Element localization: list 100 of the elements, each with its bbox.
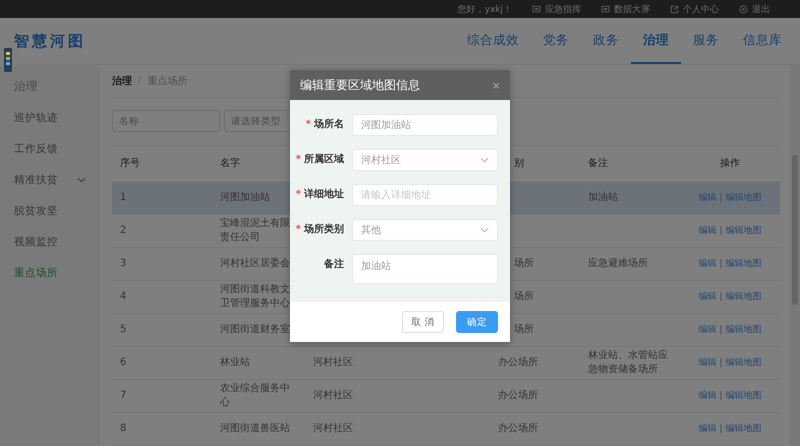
action-separator: |: [719, 290, 723, 304]
nav-tab[interactable]: 党务: [531, 18, 581, 64]
table-cell-text: 河图加油站: [220, 191, 271, 205]
table-cell-text: 加油站: [588, 191, 619, 205]
table-cell-text: 农业综合服务中心: [220, 382, 291, 410]
table-cell-text: 1: [119, 191, 128, 205]
select-field[interactable]: 河村社区: [352, 149, 498, 171]
side-handle-icon[interactable]: [4, 48, 12, 72]
filter-field[interactable]: 名称: [112, 110, 220, 132]
action-link[interactable]: 编辑: [698, 324, 716, 336]
monitor-icon: [601, 4, 610, 14]
action-link[interactable]: 编辑地图: [726, 224, 762, 238]
input-field[interactable]: 请输入详细地址: [352, 184, 498, 206]
table-cell: 办公场所: [498, 390, 538, 401]
action-link[interactable]: 编辑地图: [726, 422, 762, 436]
column-header: 序号: [119, 156, 141, 170]
table-row[interactable]: 7 农业综合服务中心 河村社区 办公场所 编辑 | 编辑地图: [112, 380, 780, 413]
top-link[interactable]: 个人中心: [670, 2, 719, 16]
nav-tab[interactable]: 治理: [631, 18, 681, 64]
table-cell-text: 4: [119, 290, 128, 304]
chevron-down-icon: [480, 157, 489, 163]
required-mark: *: [296, 189, 301, 200]
action-separator: |: [719, 224, 723, 238]
breadcrumb-separator: /: [138, 75, 142, 86]
sidebar-item[interactable]: 脱贫攻坚: [0, 195, 100, 226]
input-field[interactable]: 河图加油站: [352, 114, 498, 136]
table-cell-text: 河村社区居委会: [220, 257, 291, 271]
table-cell-text: 宝峰混泥土有限责任公司: [220, 217, 291, 245]
column-header: 别: [514, 158, 524, 168]
table-cell-text: 应急避难场所: [588, 257, 649, 271]
action-link[interactable]: 编辑地图: [726, 192, 762, 204]
table-cell: 河村社区: [313, 390, 353, 401]
table-cell: 场所: [514, 324, 534, 335]
dialog-title: 编辑重要区域地图信息: [300, 76, 420, 94]
table-cell-text: 3: [119, 257, 128, 271]
table-cell: 场所: [514, 258, 534, 269]
table-cell: 办公场所: [498, 357, 538, 368]
chevron-down-icon: [480, 227, 489, 233]
action-link[interactable]: 编辑: [698, 192, 716, 204]
table-cell-text: 河图街道财务室: [220, 323, 291, 337]
table-cell-text: 2: [119, 224, 128, 238]
chevron-down-icon: [77, 176, 86, 182]
table-cell-text: 河图街道兽医站: [220, 422, 291, 436]
sidebar-item[interactable]: 重点场所: [0, 257, 100, 288]
action-link[interactable]: 编辑地图: [726, 390, 762, 402]
table-cell-text: 林业站、水管站应急物资储备场所: [588, 349, 669, 377]
action-link[interactable]: 编辑: [698, 224, 716, 238]
sidebar-item[interactable]: 巡护轨迹: [0, 102, 100, 133]
required-mark: *: [296, 224, 301, 235]
sidebar-item[interactable]: 工作反馈: [0, 133, 100, 164]
field-label: 场所类别: [304, 224, 344, 235]
sidebar-item[interactable]: 视频监控: [0, 226, 100, 257]
action-link[interactable]: 编辑地图: [726, 356, 762, 370]
table-cell: 场所: [514, 291, 534, 302]
table-cell-text: 5: [119, 323, 128, 337]
top-link[interactable]: 退出: [739, 2, 770, 16]
textarea-field[interactable]: 加油站: [352, 254, 498, 284]
monitor-icon: [532, 4, 541, 14]
top-link[interactable]: 数据大屏: [601, 2, 650, 16]
action-link[interactable]: 编辑: [698, 258, 716, 270]
action-separator: |: [719, 422, 723, 436]
action-link[interactable]: 编辑地图: [726, 258, 762, 270]
table-cell-text: 林业站: [220, 356, 251, 370]
table-cell: 河村社区: [313, 423, 353, 434]
close-button[interactable]: ×: [492, 78, 500, 92]
action-link[interactable]: 编辑地图: [726, 290, 762, 304]
column-header: 操作: [719, 156, 741, 170]
field-label: 详细地址: [304, 189, 344, 200]
action-separator: |: [719, 356, 723, 370]
nav-tab[interactable]: 综合成效: [455, 18, 531, 64]
table-row[interactable]: 6 林业站 河村社区 办公场所 林业站、水管站应急物资储备场所 编辑 | 编辑地图: [112, 347, 780, 380]
table-cell: 河村社区: [313, 357, 353, 368]
action-separator: |: [719, 324, 723, 336]
action-link[interactable]: 编辑地图: [726, 324, 762, 336]
field-label: 备注: [324, 259, 344, 270]
greeting-text: 您好，yxkj！: [458, 4, 512, 16]
breadcrumb-item[interactable]: 治理: [112, 74, 132, 88]
action-link[interactable]: 编辑: [698, 390, 716, 402]
action-link[interactable]: 编辑: [698, 356, 716, 370]
table-cell-text: 8: [119, 422, 128, 436]
required-mark: *: [296, 154, 301, 165]
nav-tab[interactable]: 政务: [581, 18, 631, 64]
action-separator: |: [719, 390, 723, 402]
field-label: 所属区域: [304, 154, 344, 165]
action-link[interactable]: 编辑: [698, 290, 716, 304]
nav-tab[interactable]: 服务: [681, 18, 731, 64]
sidebar-item[interactable]: 精准扶贫: [0, 164, 100, 195]
cancel-button[interactable]: 取 消: [402, 311, 444, 333]
nav-tab[interactable]: 信息库: [731, 18, 794, 64]
table-row[interactable]: 8 河图街道兽医站 河村社区 办公场所 编辑 | 编辑地图: [112, 413, 780, 446]
table-cell-text: 河图街道科教文卫管理服务中心: [220, 283, 291, 311]
confirm-button[interactable]: 确定: [456, 311, 498, 333]
top-link[interactable]: 应急指挥: [532, 2, 581, 16]
table-cell-text: 6: [119, 356, 128, 370]
select-field[interactable]: 其他: [352, 219, 498, 241]
column-header: 备注: [587, 156, 609, 170]
external-link-icon: [670, 4, 679, 14]
action-link[interactable]: 编辑: [698, 422, 716, 436]
column-header: 名字: [220, 156, 241, 170]
table-cell-text: 7: [119, 389, 128, 403]
